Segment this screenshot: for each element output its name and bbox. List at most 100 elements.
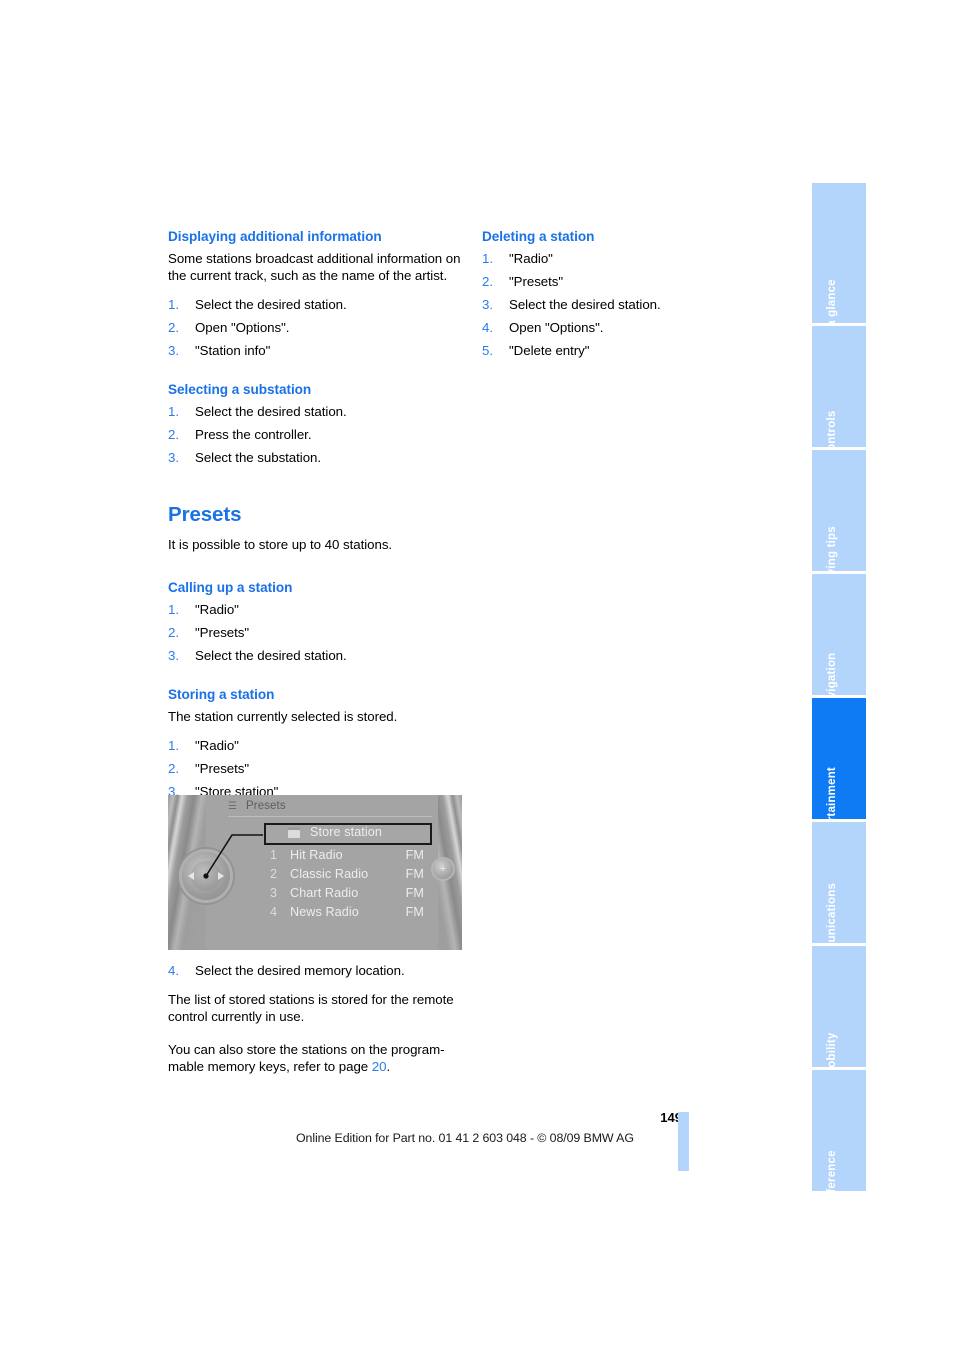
right-column: Deleting a station 1. "Radio" 2. "Preset…: [482, 228, 732, 365]
step-text: Press the controller.: [195, 426, 312, 442]
screen-title: Presets: [246, 800, 286, 812]
illustration-notes: 4. Select the desired memory location. T…: [168, 962, 468, 1081]
step-text: Open "Options".: [195, 319, 290, 335]
left-column: Displaying additional information Some s…: [168, 228, 464, 806]
preset-name: Chart Radio: [290, 886, 359, 900]
plus-button-icon: +: [433, 859, 453, 879]
storing-intro: The station currently selected is stored…: [168, 709, 398, 725]
step-number: 1.: [482, 251, 493, 266]
list-item: 5. "Delete entry": [482, 342, 732, 359]
menu-item-label: Store station: [310, 825, 383, 839]
step-text: "Radio": [195, 737, 239, 753]
presets-intro: It is possible to store up to 40 station…: [168, 536, 393, 552]
sidebar-item-mobility[interactable]: Mobility: [812, 946, 866, 1067]
idrive-controller-knob: [182, 852, 230, 900]
store-station-icon: [288, 827, 300, 838]
sidebar-item-label: Navigation: [826, 652, 838, 695]
sidebar-item-label: Communications: [826, 882, 838, 943]
list-item: 1. "Radio": [482, 250, 732, 267]
list-item: 4. Open "Options".: [482, 319, 732, 336]
step-text: "Station info": [195, 342, 271, 358]
step-text: "Radio": [509, 251, 553, 266]
step-text: Select the desired station.: [195, 403, 347, 419]
radio-presets-icon: ☰: [228, 801, 237, 812]
sidebar-item-label: At a glance: [826, 279, 838, 323]
intro-displaying-additional-information: Some stations broadcast additional infor…: [168, 251, 461, 284]
step-text: "Presets": [509, 274, 564, 289]
step-number: 1.: [168, 602, 179, 618]
step-number: 3.: [168, 449, 179, 465]
list-item: 3. "Station info": [168, 342, 464, 359]
step-number: 2.: [168, 760, 179, 776]
arrow-left-icon: [188, 872, 194, 880]
step-number: 4.: [168, 963, 179, 978]
step-text: Open "Options".: [509, 320, 604, 335]
note-memory-keys: You can also store the stations on the p…: [168, 1041, 468, 1076]
page-reference-link[interactable]: 20: [372, 1059, 387, 1074]
steps-selecting-a-substation: 1. Select the desired station. 2. Press …: [168, 403, 464, 466]
sidebar-item-navigation[interactable]: Navigation: [812, 574, 866, 695]
list-item: 2. Press the controller.: [168, 426, 464, 443]
sidebar-item-entertainment[interactable]: Entertainment: [812, 698, 866, 819]
step-number: 3.: [168, 342, 179, 358]
list-item: 2. "Presets": [168, 760, 464, 777]
preset-name: Classic Radio: [290, 867, 369, 881]
sidebar-item-controls[interactable]: Controls: [812, 326, 866, 447]
heading-deleting-a-station: Deleting a station: [482, 229, 595, 244]
note-memory-keys-suffix: .: [386, 1059, 391, 1075]
preset-index: 3: [270, 886, 278, 900]
heading-storing-a-station: Storing a station: [168, 687, 275, 703]
step-text: "Radio": [195, 602, 239, 618]
table-row: 1 Hit Radio FM: [264, 846, 432, 865]
footer-accent-bar: [678, 1112, 689, 1171]
step-text: Select the substation.: [195, 449, 322, 465]
step-number: 4.: [482, 320, 493, 335]
list-item: 1. Select the desired station.: [168, 403, 464, 420]
list-item: 1. "Radio": [168, 737, 464, 754]
list-item: 4. Select the desired memory location.: [168, 962, 468, 979]
sidebar-item-label: Driving tips: [826, 526, 838, 571]
step-number: 2.: [168, 625, 179, 641]
knob-inner: [191, 861, 221, 891]
preset-name: News Radio: [290, 905, 359, 919]
heading-selecting-a-substation: Selecting a substation: [168, 381, 312, 397]
step-number: 5.: [482, 343, 493, 358]
sidebar-item-label: Entertainment: [826, 767, 838, 819]
footer-imprint: Online Edition for Part no. 01 41 2 603 …: [296, 1131, 634, 1145]
note-stored-list: The list of stored stations is stored fo…: [168, 992, 454, 1025]
sidebar-item-label: Controls: [826, 410, 838, 447]
sidebar-item-driving-tips[interactable]: Driving tips: [812, 450, 866, 571]
idrive-screen: ☰ Presets Store station 1 Hit Radio FM 2…: [206, 795, 438, 950]
step-number: 3.: [168, 648, 179, 664]
sidebar-item-label: Mobility: [826, 1032, 838, 1067]
sidebar-item-reference[interactable]: Reference: [812, 1070, 866, 1191]
list-item: 1. "Radio": [168, 601, 464, 618]
page-title: Presets: [168, 502, 242, 526]
sidebar-item-communications[interactable]: Communications: [812, 822, 866, 943]
step-number: 2.: [168, 426, 179, 442]
step-text: Select the desired memory location.: [195, 963, 405, 978]
list-item: 2. "Presets": [482, 273, 732, 290]
preset-index: 4: [270, 905, 278, 919]
step-text: "Presets": [195, 625, 250, 641]
heading-displaying-additional-information: Displaying additional information: [168, 229, 382, 244]
step-number: 2.: [482, 274, 493, 289]
steps-storing-a-station: 1. "Radio" 2. "Presets" 3. "Store statio…: [168, 737, 464, 800]
preset-band: FM: [405, 867, 424, 881]
table-row: 2 Classic Radio FM: [264, 865, 432, 884]
heading-calling-up-a-station: Calling up a station: [168, 580, 293, 596]
step-text: Select the desired station.: [195, 296, 347, 312]
step-number: 3.: [482, 297, 493, 312]
list-item: 1. Select the desired station.: [168, 296, 464, 313]
arrow-right-icon: [218, 872, 224, 880]
step-text: "Presets": [195, 760, 250, 776]
preset-name: Hit Radio: [290, 848, 343, 862]
table-row: 4 News Radio FM: [264, 903, 432, 922]
list-item: 2. Open "Options".: [168, 319, 464, 336]
sidebar-item-at-a-glance[interactable]: At a glance: [812, 183, 866, 323]
step-number: 1.: [168, 403, 179, 419]
